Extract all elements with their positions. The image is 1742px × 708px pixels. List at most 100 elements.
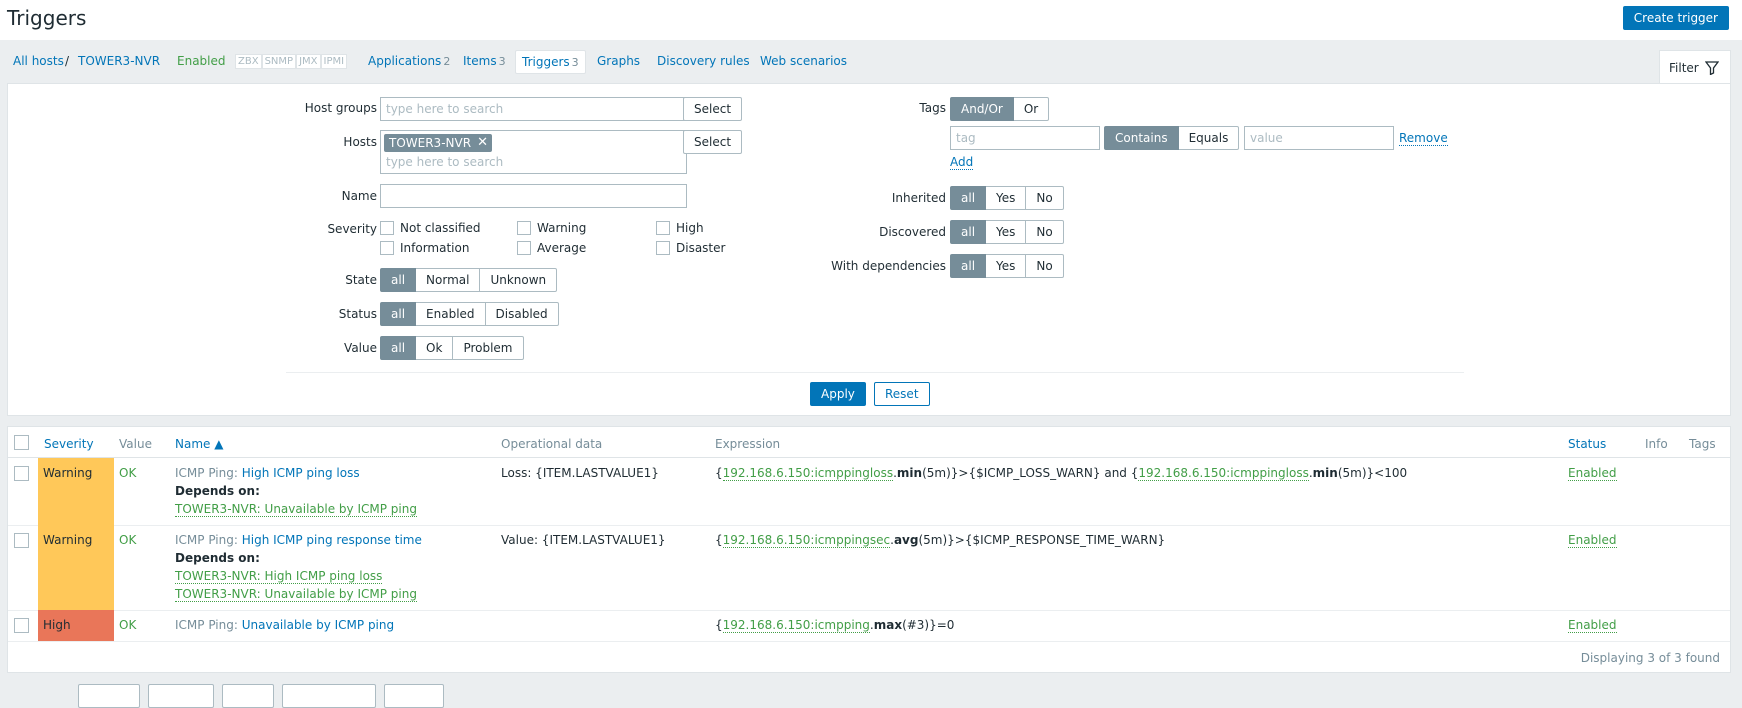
- trigger-name-link[interactable]: Unavailable by ICMP ping: [242, 618, 394, 632]
- severity-option-label: High: [676, 221, 704, 235]
- operational-data-cell: Loss: {ITEM.LASTVALUE1}: [501, 466, 659, 480]
- value-label: Value: [344, 341, 377, 355]
- tab-graphs[interactable]: Graphs: [597, 54, 640, 68]
- expression-item-link[interactable]: 192.168.6.150:icmpping: [722, 618, 870, 633]
- value-ok[interactable]: Ok: [416, 336, 454, 360]
- value-problem[interactable]: Problem: [453, 336, 524, 360]
- dependencies-no[interactable]: No: [1026, 254, 1064, 278]
- checkbox-box[interactable]: [656, 241, 670, 255]
- tag-equals[interactable]: Equals: [1178, 126, 1240, 150]
- name-column-header[interactable]: Name ▲: [175, 437, 223, 451]
- status-toggle-link[interactable]: Enabled: [1568, 466, 1617, 481]
- value-all[interactable]: all: [380, 336, 417, 360]
- trigger-name-link[interactable]: High ICMP ping response time: [242, 533, 422, 547]
- host-groups-select-button[interactable]: Select: [683, 97, 742, 121]
- mass-action-button[interactable]: [222, 684, 274, 708]
- jmx-badge: JMX: [296, 54, 321, 69]
- row-checkbox[interactable]: [14, 466, 29, 481]
- tags-and-or[interactable]: And/Or: [950, 97, 1014, 121]
- tags-or[interactable]: Or: [1013, 97, 1050, 121]
- all-hosts-link[interactable]: All hosts: [13, 54, 64, 68]
- severity-column-header[interactable]: Severity: [44, 437, 94, 451]
- mass-action-button[interactable]: [148, 684, 214, 708]
- value-cell: OK: [119, 466, 137, 480]
- tag-contains[interactable]: Contains: [1104, 126, 1179, 150]
- trigger-prefix: ICMP Ping: [175, 618, 234, 632]
- inherited-all[interactable]: all: [950, 186, 987, 210]
- status-all[interactable]: all: [380, 302, 417, 326]
- checkbox-box[interactable]: [380, 221, 394, 235]
- reset-button[interactable]: Reset: [874, 382, 930, 406]
- tag-name-input[interactable]: tag: [950, 126, 1100, 150]
- severity-not-classified-checkbox[interactable]: Not classified: [380, 221, 481, 235]
- dependencies-all[interactable]: all: [950, 254, 987, 278]
- state-unknown[interactable]: Unknown: [480, 268, 558, 292]
- apply-button[interactable]: Apply: [810, 382, 866, 406]
- expression-text: {: [715, 533, 723, 547]
- discovered-no[interactable]: No: [1026, 220, 1064, 244]
- status-toggle-link[interactable]: Enabled: [1568, 618, 1617, 633]
- state-segmented-control: all Normal Unknown: [380, 268, 558, 292]
- dependency-link[interactable]: TOWER3-NVR: Unavailable by ICMP ping: [175, 502, 417, 517]
- checkbox-box[interactable]: [517, 241, 531, 255]
- expression-item-link[interactable]: 192.168.6.150:icmppingloss: [722, 466, 894, 481]
- host-groups-input[interactable]: type here to search: [380, 97, 687, 121]
- host-chip[interactable]: TOWER3-NVR ✕: [384, 134, 492, 152]
- discovered-yes[interactable]: Yes: [986, 220, 1027, 244]
- filter-panel: Host groups type here to search Select H…: [7, 83, 1731, 416]
- status-toggle-link[interactable]: Enabled: [1568, 533, 1617, 548]
- severity-warning-checkbox[interactable]: Warning: [517, 221, 586, 235]
- severity-disaster-checkbox[interactable]: Disaster: [656, 241, 725, 255]
- tag-remove-link[interactable]: Remove: [1399, 131, 1448, 146]
- checkbox-box[interactable]: [656, 221, 670, 235]
- severity-average-checkbox[interactable]: Average: [517, 241, 586, 255]
- host-navigation: All hosts / TOWER3-NVR Enabled ZBX SNMP …: [0, 44, 1742, 80]
- severity-label: Severity: [327, 222, 377, 236]
- host-link[interactable]: TOWER3-NVR: [78, 54, 160, 68]
- select-all-checkbox[interactable]: [14, 435, 29, 450]
- checkbox-box[interactable]: [517, 221, 531, 235]
- row-checkbox[interactable]: [14, 618, 29, 633]
- checkbox-box[interactable]: [380, 241, 394, 255]
- tab-items[interactable]: Items 3: [463, 54, 506, 68]
- triggers-count: 3: [571, 56, 579, 69]
- dependencies-yes[interactable]: Yes: [986, 254, 1027, 278]
- status-column-header[interactable]: Status: [1568, 437, 1606, 451]
- filter-tab[interactable]: Filter: [1659, 50, 1731, 84]
- mass-action-button[interactable]: [384, 684, 444, 708]
- tag-add-link[interactable]: Add: [950, 155, 974, 170]
- tab-applications[interactable]: Applications 2: [368, 54, 450, 68]
- severity-high-checkbox[interactable]: High: [656, 221, 704, 235]
- zbx-badge: ZBX: [235, 54, 262, 69]
- status-disabled[interactable]: Disabled: [485, 302, 559, 326]
- mass-action-button[interactable]: [282, 684, 376, 708]
- discovered-all[interactable]: all: [950, 220, 987, 244]
- dependency-link[interactable]: TOWER3-NVR: Unavailable by ICMP ping: [175, 587, 417, 602]
- row-checkbox[interactable]: [14, 533, 29, 548]
- triggers-table: Severity Value Name ▲ Operational data E…: [7, 426, 1731, 673]
- tab-triggers[interactable]: Triggers 3: [515, 50, 586, 74]
- inherited-control: all Yes No: [950, 186, 1064, 210]
- remove-chip-icon[interactable]: ✕: [477, 134, 488, 152]
- tag-value-input[interactable]: value: [1244, 126, 1394, 150]
- severity-information-checkbox[interactable]: Information: [380, 241, 469, 255]
- state-all[interactable]: all: [380, 268, 417, 292]
- name-input[interactable]: [380, 184, 687, 208]
- mass-action-buttons: [0, 684, 452, 708]
- expression-item-link[interactable]: 192.168.6.150:icmppingsec: [722, 533, 891, 548]
- tag-operator-control: Contains Equals: [1104, 126, 1240, 150]
- trigger-name-link[interactable]: High ICMP ping loss: [242, 466, 360, 480]
- dependency-link[interactable]: TOWER3-NVR: High ICMP ping loss: [175, 569, 383, 584]
- expression-item-link[interactable]: 192.168.6.150:icmppingloss: [1138, 466, 1309, 481]
- tab-web-scenarios[interactable]: Web scenarios: [760, 54, 847, 68]
- expression-function: min: [896, 466, 923, 480]
- status-enabled[interactable]: Enabled: [416, 302, 486, 326]
- state-normal[interactable]: Normal: [416, 268, 481, 292]
- mass-action-button[interactable]: [78, 684, 140, 708]
- hosts-select-button[interactable]: Select: [683, 130, 742, 154]
- create-trigger-button[interactable]: Create trigger: [1622, 6, 1729, 30]
- tab-discovery-rules[interactable]: Discovery rules: [657, 54, 750, 68]
- tags-evaltype-control: And/Or Or: [950, 97, 1050, 121]
- inherited-no[interactable]: No: [1026, 186, 1064, 210]
- inherited-yes[interactable]: Yes: [986, 186, 1027, 210]
